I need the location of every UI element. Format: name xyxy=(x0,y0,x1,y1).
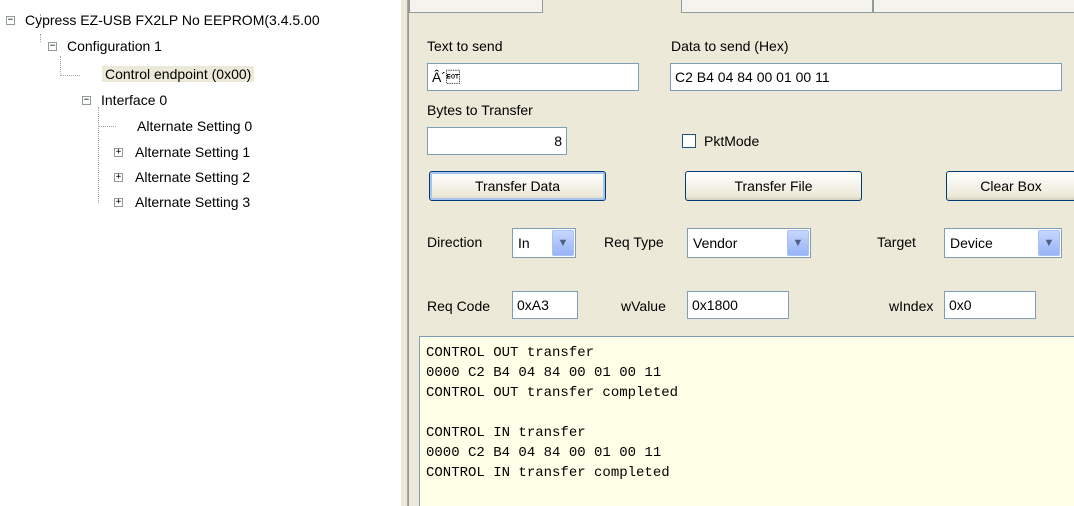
bytes-to-transfer-label: Bytes to Transfer xyxy=(427,102,533,118)
tree-node-alt-setting-2[interactable]: + Alternate Setting 2 xyxy=(114,167,253,187)
tree-node-label: Cypress EZ-USB FX2LP No EEPROM(3.4.5.00 xyxy=(25,12,320,28)
tab[interactable] xyxy=(873,0,1074,13)
tree-node-interface[interactable]: − Interface 0 xyxy=(82,90,170,110)
tree-node-configuration[interactable]: − Configuration 1 xyxy=(48,36,165,56)
tree-node-alt-setting-1[interactable]: + Alternate Setting 1 xyxy=(114,142,253,162)
target-value: Device xyxy=(950,235,993,251)
tab[interactable] xyxy=(681,0,873,13)
tree-node-label: Alternate Setting 0 xyxy=(137,118,253,134)
req-type-select[interactable]: Vendor ▼ xyxy=(687,228,811,258)
device-tree[interactable]: − Cypress EZ-USB FX2LP No EEPROM(3.4.5.0… xyxy=(0,0,400,506)
pktmode-checkbox[interactable] xyxy=(682,134,696,148)
req-code-field[interactable]: 0xA3 xyxy=(512,291,578,319)
target-select[interactable]: Device ▼ xyxy=(944,228,1062,258)
tree-node-label: Alternate Setting 3 xyxy=(135,194,251,210)
pktmode-label: PktMode xyxy=(704,133,760,149)
req-code-label: Req Code xyxy=(427,298,491,314)
tree-node-label: Alternate Setting 1 xyxy=(135,144,251,160)
tree-node-label: Configuration 1 xyxy=(67,38,162,54)
tab[interactable] xyxy=(409,0,543,13)
data-hex-field[interactable]: C2 B4 04 84 00 01 00 11 xyxy=(670,63,1062,91)
bytes-to-transfer-field[interactable]: 8 xyxy=(427,127,567,155)
tab-strip xyxy=(409,0,1074,14)
tree-connector xyxy=(40,34,41,42)
log-line: CONTROL OUT transfer completed xyxy=(426,385,679,401)
tree-node-label: Control endpoint (0x00) xyxy=(102,66,255,82)
chevron-down-icon[interactable]: ▼ xyxy=(787,230,809,256)
expand-icon[interactable]: + xyxy=(114,198,123,207)
target-label: Target xyxy=(877,234,916,250)
log-line: 0000 C2 B4 04 84 00 01 00 11 xyxy=(426,365,662,381)
collapse-icon[interactable]: − xyxy=(6,16,15,25)
clear-box-button[interactable]: Clear Box xyxy=(946,171,1074,201)
tree-connector xyxy=(98,107,99,203)
windex-field[interactable]: 0x0 xyxy=(944,291,1036,319)
log-line: CONTROL IN transfer completed xyxy=(426,465,670,481)
log-line: CONTROL IN transfer xyxy=(426,425,586,441)
tree-node-alt-setting-0[interactable]: Alternate Setting 0 xyxy=(134,116,255,136)
chevron-down-icon[interactable]: ▼ xyxy=(552,230,574,256)
chevron-down-icon[interactable]: ▼ xyxy=(1038,230,1060,256)
expand-icon[interactable]: + xyxy=(114,173,123,182)
tree-node-control-endpoint[interactable]: Control endpoint (0x00) xyxy=(102,64,255,84)
wvalue-field[interactable]: 0x1800 xyxy=(687,291,789,319)
data-hex-label: Data to send (Hex) xyxy=(671,38,789,54)
windex-label: wIndex xyxy=(889,298,934,314)
output-log[interactable]: CONTROL OUT transfer 0000 C2 B4 04 84 00… xyxy=(419,336,1074,506)
tree-node-device[interactable]: − Cypress EZ-USB FX2LP No EEPROM(3.4.5.0… xyxy=(6,10,323,30)
direction-label: Direction xyxy=(427,234,483,250)
tree-connector xyxy=(60,75,80,76)
text-to-send-field[interactable]: Â´ xyxy=(427,63,639,91)
direction-select[interactable]: In ▼ xyxy=(512,228,576,258)
expand-icon[interactable]: + xyxy=(114,148,123,157)
collapse-icon[interactable]: − xyxy=(82,96,91,105)
tree-connector xyxy=(60,56,61,76)
req-type-label: Req Type xyxy=(604,234,664,250)
tree-connector xyxy=(98,126,116,127)
control-transfer-panel: Text to send Data to send (Hex) Â´ C2 B… xyxy=(408,0,1074,506)
text-to-send-label: Text to send xyxy=(427,38,503,54)
wvalue-label: wValue xyxy=(621,298,666,314)
transfer-file-button[interactable]: Transfer File xyxy=(685,171,862,201)
req-type-value: Vendor xyxy=(693,235,738,251)
log-line: 0000 C2 B4 04 84 00 01 00 11 xyxy=(426,445,662,461)
transfer-data-button[interactable]: Transfer Data xyxy=(429,171,606,201)
log-line: CONTROL OUT transfer xyxy=(426,345,595,361)
tree-node-label: Interface 0 xyxy=(101,92,168,108)
direction-value: In xyxy=(518,235,530,251)
tree-node-alt-setting-3[interactable]: + Alternate Setting 3 xyxy=(114,192,253,212)
tree-node-label: Alternate Setting 2 xyxy=(135,169,251,185)
collapse-icon[interactable]: − xyxy=(48,42,57,51)
splitter[interactable] xyxy=(400,0,408,506)
